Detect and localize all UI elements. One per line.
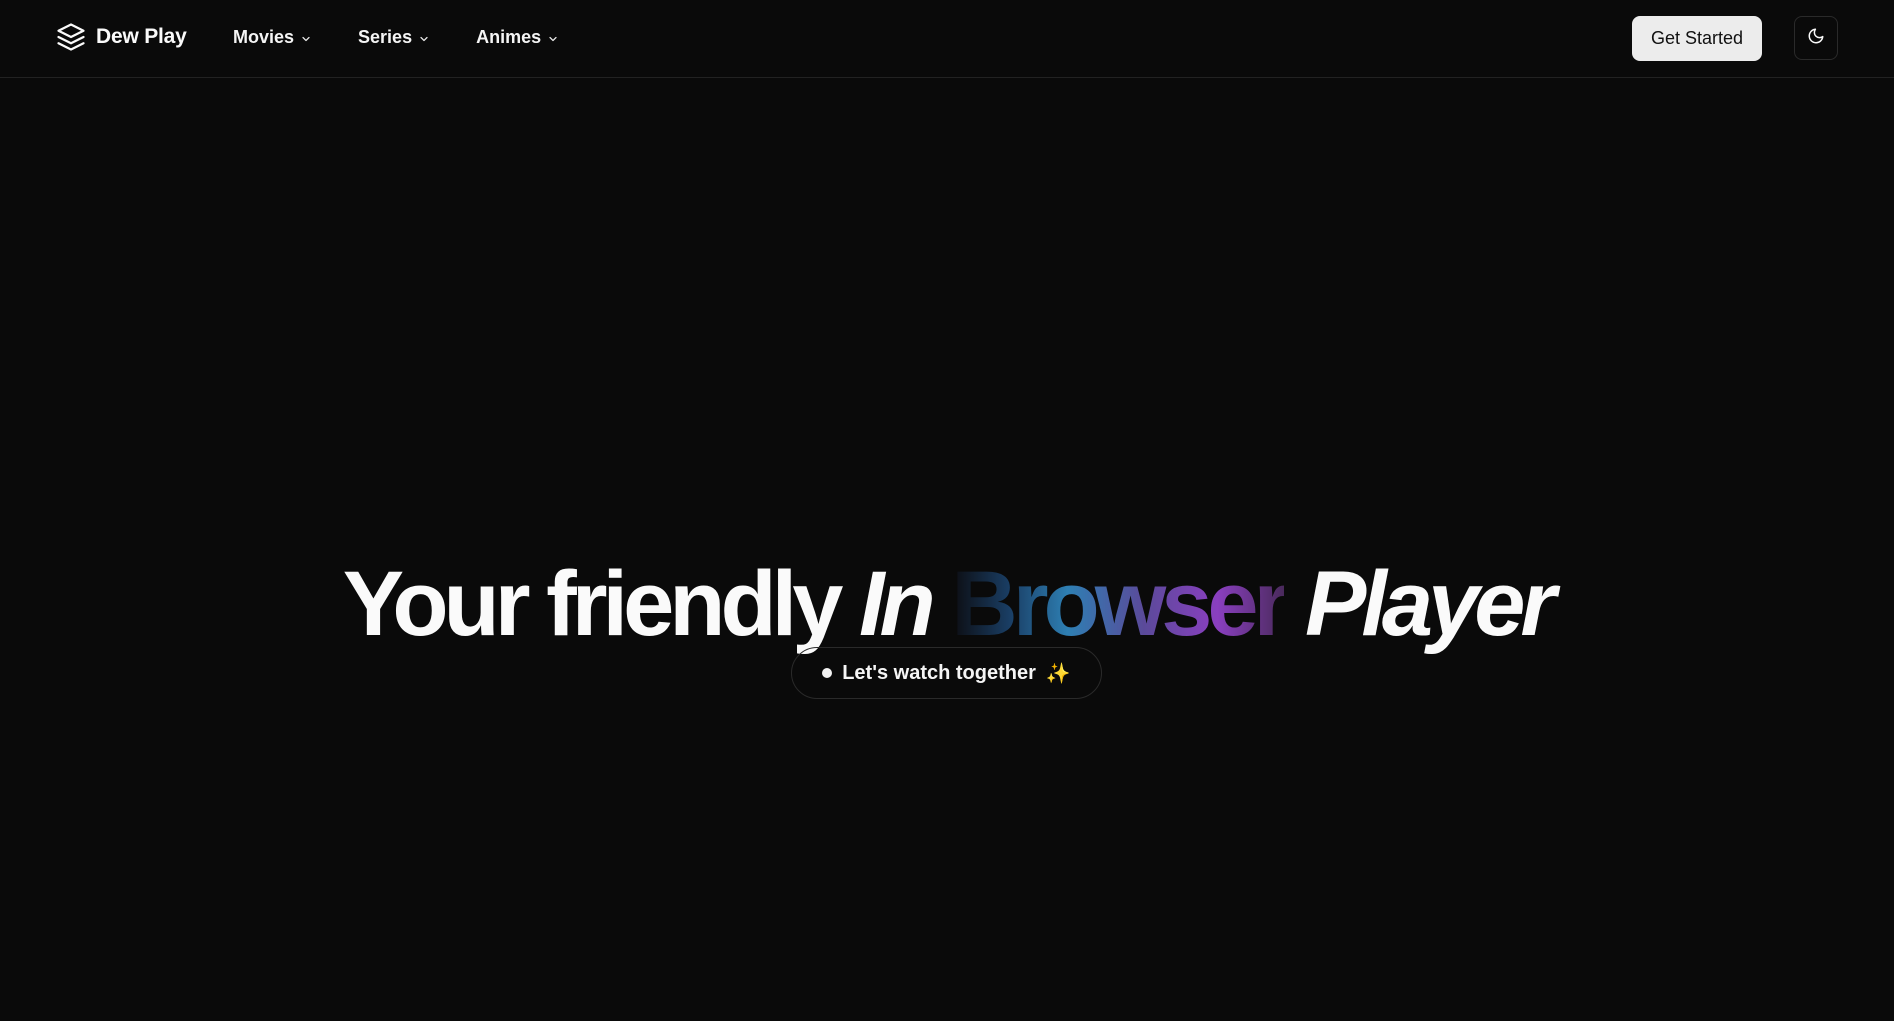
chevron-down-icon xyxy=(300,31,312,45)
status-dot-icon xyxy=(822,668,833,678)
hero-title-part2: In xyxy=(858,552,936,655)
nav-item-label: Animes xyxy=(476,27,542,47)
watch-together-pill[interactable]: Let's watch together ✨ xyxy=(791,647,1102,699)
nav-item-movies[interactable]: Movies xyxy=(233,27,312,48)
nav-item-label: Movies xyxy=(233,27,295,47)
hero-title-part1: Your friendly xyxy=(342,552,844,655)
top-navbar: Dew Play Movies Series Animes Get Starte… xyxy=(0,0,1894,78)
chevron-down-icon xyxy=(547,31,559,45)
brand-name: Dew Play xyxy=(96,25,187,48)
nav-item-series[interactable]: Series xyxy=(358,27,430,48)
nav-item-label: Series xyxy=(358,27,413,47)
hero-title-highlight: Browser xyxy=(951,552,1289,655)
brand-logo-link[interactable]: Dew Play xyxy=(56,22,187,52)
moon-icon xyxy=(1807,27,1825,50)
sparkles-icon: ✨ xyxy=(1045,662,1071,685)
layers-icon xyxy=(56,22,86,52)
theme-toggle-button[interactable] xyxy=(1794,16,1838,60)
nav-item-animes[interactable]: Animes xyxy=(476,27,559,48)
hero-title-part3: Player xyxy=(1304,552,1556,655)
get-started-button[interactable]: Get Started xyxy=(1632,16,1762,61)
pill-text: Let's watch together xyxy=(842,661,1036,684)
chevron-down-icon xyxy=(418,31,430,45)
main-nav: Movies Series Animes xyxy=(233,27,605,48)
hero-title: Your friendly In Browser Player xyxy=(0,552,1894,658)
